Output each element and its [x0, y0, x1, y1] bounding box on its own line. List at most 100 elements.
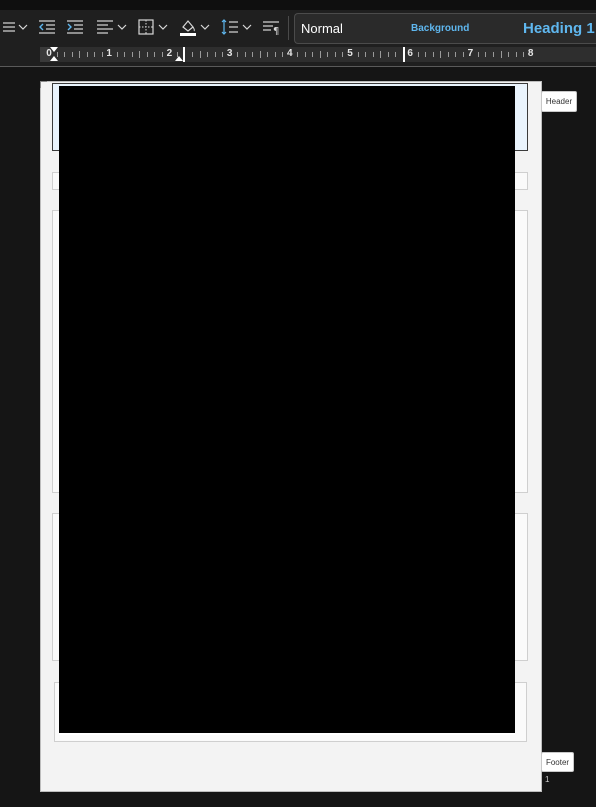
- ruler-number: 3: [226, 48, 233, 59]
- ruler-tick: [485, 52, 487, 57]
- right-indent-marker-icon[interactable]: [174, 47, 184, 62]
- ruler-tick: [101, 52, 103, 57]
- decrease-indent-icon: [38, 19, 56, 35]
- redacted-content: [59, 86, 515, 733]
- line-spacing-icon: [221, 18, 239, 36]
- ruler-tick: [523, 52, 525, 57]
- ruler-tick: [327, 52, 329, 57]
- style-heading-1[interactable]: Heading 1: [523, 14, 595, 43]
- line-spacing-dropdown[interactable]: [241, 15, 253, 39]
- ruler-tick: [508, 52, 510, 57]
- ruler-tick: [365, 52, 367, 57]
- align-left-button[interactable]: [94, 15, 116, 39]
- ruler-tick: [357, 52, 359, 57]
- ruler-tick: [319, 51, 321, 58]
- ruler-tick: [274, 52, 276, 57]
- ruler-tick: [244, 52, 246, 57]
- ruler-tick: [462, 52, 464, 57]
- ruler-tick: [447, 52, 449, 57]
- chevron-down-icon: [117, 22, 127, 32]
- ruler-number: 6: [407, 48, 413, 59]
- align-left-icon: [96, 19, 114, 35]
- footer-tag[interactable]: Footer: [541, 752, 574, 772]
- borders-button[interactable]: [136, 15, 156, 39]
- ruler-tick: [214, 52, 216, 57]
- ruler-number: 5: [347, 48, 353, 59]
- shading-icon: [179, 18, 197, 36]
- ribbon-toolbar: ¶ Normal Background Heading 1: [0, 10, 596, 45]
- ruler-tick: [395, 52, 397, 57]
- borders-icon: [138, 19, 154, 35]
- ruler-number: 1: [106, 48, 112, 59]
- ruler-tick: [191, 52, 193, 57]
- increase-indent-button[interactable]: [64, 15, 86, 39]
- ruler-number: 8: [527, 48, 534, 59]
- chevron-down-icon: [18, 22, 28, 32]
- header-tag[interactable]: Header: [541, 91, 577, 112]
- bullets-dropdown[interactable]: [17, 15, 29, 39]
- ruler-tick: [71, 52, 73, 57]
- ruler-tick: [304, 52, 306, 57]
- ruler-tick: [380, 51, 382, 58]
- ruler-track: 012345678: [40, 47, 596, 62]
- borders-dropdown[interactable]: [157, 15, 169, 39]
- toolbar-divider: [288, 16, 289, 40]
- ruler-tick: [515, 52, 517, 57]
- show-formatting-button[interactable]: ¶: [261, 15, 281, 39]
- shading-dropdown[interactable]: [199, 15, 211, 39]
- ruler-tick: [387, 52, 389, 57]
- decrease-indent-button[interactable]: [36, 15, 58, 39]
- increase-indent-icon: [66, 19, 84, 35]
- paragraph-mark-icon: ¶: [262, 19, 280, 35]
- svg-text:¶: ¶: [273, 26, 279, 35]
- ruler-number: 4: [287, 48, 293, 59]
- style-background[interactable]: Background: [411, 14, 469, 43]
- ruler-tick: [207, 52, 209, 57]
- ruler-tick: [267, 52, 269, 57]
- ruler-tick: [252, 52, 254, 57]
- ruler-column-marker[interactable]: [403, 47, 405, 62]
- chevron-down-icon: [158, 22, 168, 32]
- ruler-tick: [282, 52, 284, 57]
- ruler-tick: [124, 52, 126, 57]
- bullets-button[interactable]: [0, 15, 16, 39]
- chevron-down-icon: [200, 22, 210, 32]
- chevron-down-icon: [242, 22, 252, 32]
- ruler-tick: [237, 52, 239, 57]
- ruler-tick: [64, 52, 66, 57]
- ruler-tick: [139, 51, 141, 58]
- page-corner-mark: [40, 81, 47, 88]
- ruler-tick: [372, 52, 374, 57]
- ruler-tick: [477, 52, 479, 57]
- indent-marker-icon[interactable]: [49, 47, 59, 62]
- title-strip: [0, 0, 596, 10]
- bullets-icon: [1, 20, 15, 34]
- ruler-tick: [146, 52, 148, 57]
- ruler-tick: [86, 52, 88, 57]
- ruler-tick: [259, 51, 261, 58]
- ruler-tick: [199, 51, 201, 58]
- ruler-tick: [94, 52, 96, 57]
- ruler-tick: [432, 52, 434, 57]
- shading-button[interactable]: [177, 15, 199, 39]
- page-content-edge: [59, 733, 515, 735]
- ruler-tick: [312, 52, 314, 57]
- ruler-tick: [297, 52, 299, 57]
- ruler-tick: [492, 52, 494, 57]
- ruler-tick: [342, 52, 344, 57]
- ruler-tick: [455, 52, 457, 57]
- horizontal-ruler[interactable]: 012345678: [0, 45, 596, 67]
- ruler-tick: [440, 51, 442, 58]
- line-spacing-button[interactable]: [219, 15, 241, 39]
- ruler-number: 2: [166, 48, 173, 59]
- ruler-tick: [131, 52, 133, 57]
- ruler-tick: [161, 52, 163, 57]
- ruler-tick: [500, 51, 502, 58]
- page-number: 1: [545, 775, 550, 784]
- ruler-tick: [417, 52, 419, 57]
- styles-gallery: Normal Background Heading 1: [294, 13, 596, 44]
- ruler-tick: [79, 51, 81, 58]
- ruler-tick: [154, 52, 156, 57]
- style-normal[interactable]: Normal: [301, 14, 343, 43]
- align-dropdown[interactable]: [116, 15, 128, 39]
